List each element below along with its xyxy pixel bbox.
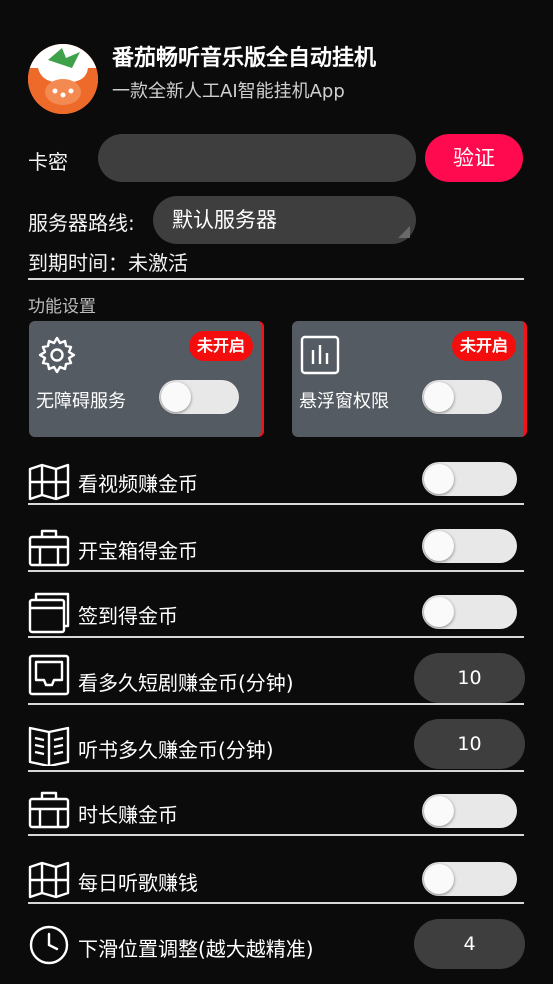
server-selected-value: 默认服务器: [172, 208, 277, 232]
inbox-icon: [28, 654, 70, 696]
setting-label: 看视频赚金币: [78, 472, 198, 496]
server-label: 服务器路线:: [28, 211, 135, 235]
row-divider: [28, 703, 524, 705]
status-badge: 未开启: [189, 331, 253, 361]
setting-label: 下滑位置调整(越大越精准): [78, 937, 314, 961]
toggle-knob: [424, 464, 454, 494]
bar-chart-icon: [300, 335, 340, 375]
setting-row-duration: 时长赚金币: [0, 789, 553, 855]
toggle-knob: [424, 864, 454, 894]
accessibility-card[interactable]: 未开启 无障碍服务: [29, 321, 264, 437]
setting-row-short-drama: 看多久短剧赚金币(分钟) 10: [0, 652, 553, 718]
treasure-box-toggle[interactable]: [422, 529, 517, 563]
setting-row-watch-video: 看视频赚金币: [0, 458, 553, 524]
overlay-card[interactable]: 未开启 悬浮窗权限: [292, 321, 527, 437]
layers-icon: [28, 592, 70, 634]
scroll-position-input[interactable]: 4: [414, 919, 525, 969]
card-key-input[interactable]: [98, 134, 416, 182]
app-logo: [28, 44, 98, 114]
toggle-knob: [424, 531, 454, 561]
toggle-knob: [424, 796, 454, 826]
setting-label: 看多久短剧赚金币(分钟): [78, 671, 294, 695]
section-title: 功能设置: [28, 297, 96, 317]
accessibility-toggle[interactable]: [159, 380, 239, 414]
book-icon: [28, 726, 70, 766]
checkin-toggle[interactable]: [422, 595, 517, 629]
setting-row-audiobook: 听书多久赚金币(分钟) 10: [0, 718, 553, 784]
row-divider: [28, 770, 524, 772]
app-subtitle: 一款全新人工AI智能挂机App: [112, 81, 345, 102]
toggle-knob: [424, 597, 454, 627]
short-drama-minutes-input[interactable]: 10: [414, 653, 525, 703]
expiry-text: 到期时间：未激活: [28, 251, 188, 275]
server-select[interactable]: 默认服务器: [153, 196, 416, 244]
briefcase-icon: [28, 529, 70, 567]
gear-icon: [38, 336, 76, 374]
row-divider: [28, 902, 524, 904]
accessibility-label: 无障碍服务: [36, 391, 126, 412]
duration-toggle[interactable]: [422, 794, 517, 828]
setting-row-checkin: 签到得金币: [0, 590, 553, 656]
divider: [28, 278, 524, 280]
clock-icon: [29, 925, 69, 965]
briefcase-icon: [28, 791, 70, 829]
app-title: 番茄畅听音乐版全自动挂机: [112, 46, 377, 71]
status-badge: 未开启: [452, 331, 516, 361]
row-divider: [28, 834, 524, 836]
setting-label: 时长赚金币: [78, 803, 178, 827]
dropdown-arrow-icon: [398, 226, 410, 238]
verify-button[interactable]: 验证: [425, 134, 523, 182]
setting-row-scroll-position: 下滑位置调整(越大越精准) 4: [0, 918, 553, 984]
watch-video-toggle[interactable]: [422, 462, 517, 496]
card-key-label: 卡密: [28, 150, 68, 174]
row-divider: [28, 503, 524, 505]
toggle-knob: [161, 382, 191, 412]
setting-label: 听书多久赚金币(分钟): [78, 738, 274, 762]
map-icon: [28, 463, 70, 501]
toggle-knob: [424, 382, 454, 412]
row-divider: [28, 570, 524, 572]
setting-row-treasure-box: 开宝箱得金币: [0, 525, 553, 591]
audiobook-minutes-input[interactable]: 10: [414, 719, 525, 769]
setting-label: 每日听歌赚钱: [78, 871, 198, 895]
setting-label: 开宝箱得金币: [78, 539, 198, 563]
row-divider: [28, 636, 524, 638]
setting-row-daily-music: 每日听歌赚钱: [0, 857, 553, 923]
map-icon: [28, 861, 70, 899]
setting-label: 签到得金币: [78, 604, 178, 628]
overlay-label: 悬浮窗权限: [299, 391, 389, 412]
overlay-toggle[interactable]: [422, 380, 502, 414]
daily-music-toggle[interactable]: [422, 862, 517, 896]
